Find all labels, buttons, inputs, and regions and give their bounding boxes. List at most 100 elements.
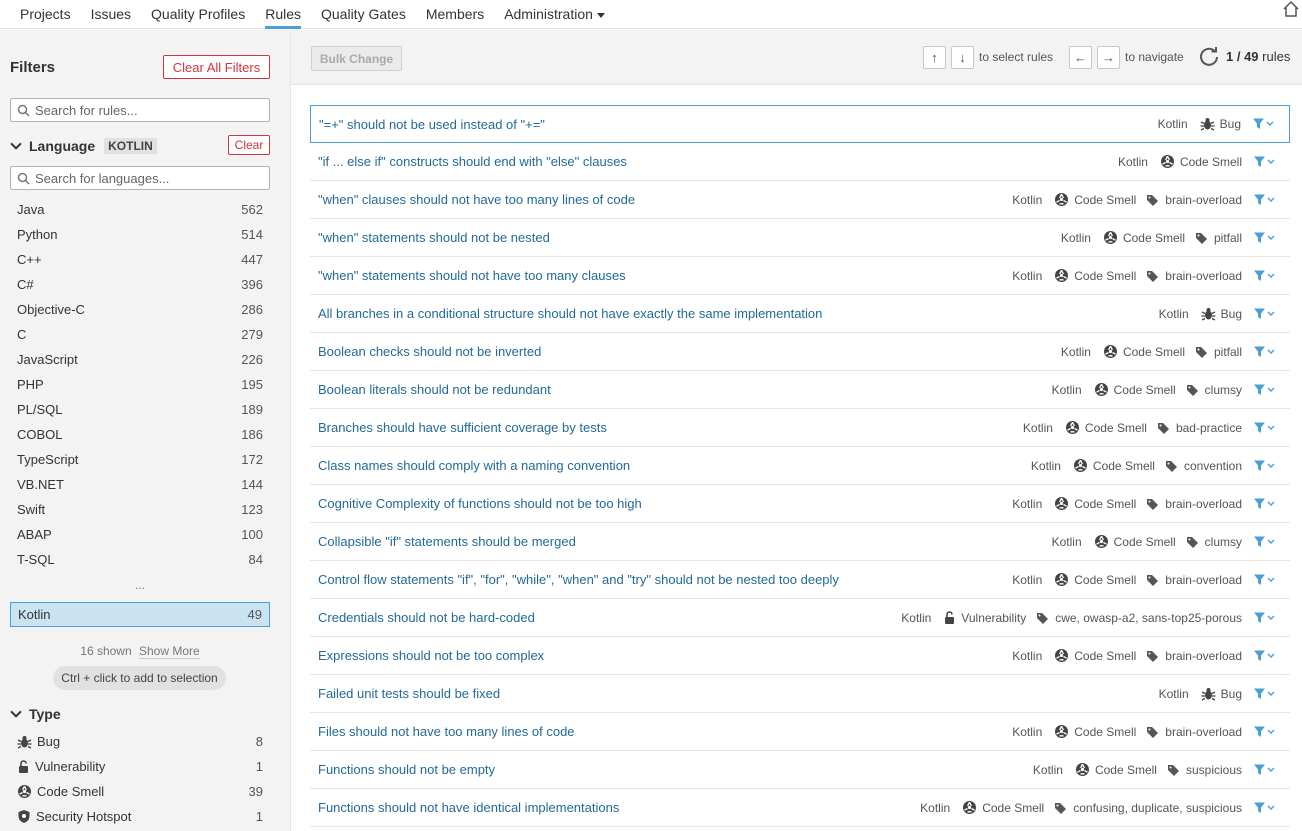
type-facet-header[interactable]: Type <box>10 706 61 722</box>
rule-row[interactable]: Cognitive Complexity of functions should… <box>310 485 1290 523</box>
arrow-down-key[interactable]: ↓ <box>951 46 974 69</box>
rule-title-link[interactable]: Boolean literals should not be redundant <box>318 382 551 397</box>
language-facet-header[interactable]: Language KOTLIN <box>10 138 157 154</box>
rule-filter-dropdown[interactable] <box>1253 118 1275 130</box>
rule-filter-dropdown[interactable] <box>1254 688 1276 700</box>
rule-tags[interactable]: brain-overload <box>1146 725 1242 739</box>
language-item-pl-sql[interactable]: PL/SQL 189 <box>10 397 270 422</box>
rule-title-link[interactable]: Control flow statements "if", "for", "wh… <box>318 572 839 587</box>
language-item-java[interactable]: Java 562 <box>10 197 270 222</box>
language-item-t-sql[interactable]: T-SQL 84 <box>10 547 270 572</box>
rule-row[interactable]: Credentials should not be hard-coded Kotl… <box>310 599 1290 637</box>
home-icon[interactable] <box>1282 0 1300 18</box>
type-item-bug[interactable]: Bug 8 <box>10 729 270 754</box>
rule-row[interactable]: Class names should comply with a naming … <box>310 447 1290 485</box>
rule-title-link[interactable]: Expressions should not be too complex <box>318 648 544 663</box>
language-item-c[interactable]: C 279 <box>10 322 270 347</box>
filter-icon[interactable] <box>1254 194 1276 206</box>
rule-title-link[interactable]: "when" statements should not have too ma… <box>318 268 626 283</box>
rule-row[interactable]: "when" clauses should not have too many … <box>310 181 1290 219</box>
arrow-right-key[interactable]: → <box>1097 46 1120 69</box>
rule-filter-dropdown[interactable] <box>1254 346 1276 358</box>
rule-title-link[interactable]: Failed unit tests should be fixed <box>318 686 500 701</box>
rule-title-link[interactable]: Functions should not be empty <box>318 762 495 777</box>
arrow-left-key[interactable]: ← <box>1069 46 1092 69</box>
rule-filter-dropdown[interactable] <box>1254 802 1276 814</box>
filter-icon[interactable] <box>1254 536 1276 548</box>
filter-icon[interactable] <box>1254 764 1276 776</box>
rule-tags[interactable]: clumsy <box>1186 383 1242 397</box>
language-item-typescript[interactable]: TypeScript 172 <box>10 447 270 472</box>
rule-filter-dropdown[interactable] <box>1254 536 1276 548</box>
type-item-security-hotspot[interactable]: Security Hotspot 1 <box>10 804 270 829</box>
rule-row[interactable]: "when" statements should not have too ma… <box>310 257 1290 295</box>
filter-icon[interactable] <box>1254 498 1276 510</box>
filter-icon[interactable] <box>1254 802 1276 814</box>
filter-icon[interactable] <box>1254 650 1276 662</box>
rule-title-link[interactable]: Files should not have too many lines of … <box>318 724 575 739</box>
rule-row[interactable]: Branches should have sufficient coverage… <box>310 409 1290 447</box>
rule-filter-dropdown[interactable] <box>1254 156 1276 168</box>
filter-icon[interactable] <box>1254 270 1276 282</box>
rule-row[interactable]: Boolean literals should not be redundant… <box>310 371 1290 409</box>
rule-title-link[interactable]: Class names should comply with a naming … <box>318 458 630 473</box>
rule-row[interactable]: Failed unit tests should be fixed Kotlin B… <box>310 675 1290 713</box>
rule-filter-dropdown[interactable] <box>1254 384 1276 396</box>
clear-language-button[interactable]: Clear <box>228 135 270 155</box>
reload-icon[interactable] <box>1198 46 1220 68</box>
rule-row[interactable]: Files should not have too many lines of … <box>310 713 1290 751</box>
rule-filter-dropdown[interactable] <box>1254 726 1276 738</box>
filter-icon[interactable] <box>1254 156 1276 168</box>
rule-row[interactable]: All branches in a conditional structure … <box>310 295 1290 333</box>
rule-filter-dropdown[interactable] <box>1254 498 1276 510</box>
rule-tags[interactable]: brain-overload <box>1146 649 1242 663</box>
rule-filter-dropdown[interactable] <box>1254 308 1276 320</box>
rule-tags[interactable]: confusing, duplicate, suspicious <box>1054 801 1242 815</box>
filter-icon[interactable] <box>1254 688 1276 700</box>
filter-icon[interactable] <box>1254 726 1276 738</box>
filter-icon[interactable] <box>1254 384 1276 396</box>
rule-tags[interactable]: cwe, owasp-a2, sans-top25-porous <box>1036 611 1242 625</box>
filter-icon[interactable] <box>1254 346 1276 358</box>
rule-tags[interactable]: brain-overload <box>1146 269 1242 283</box>
nav-item-issues[interactable]: Issues <box>81 0 141 29</box>
filter-icon[interactable] <box>1253 118 1275 130</box>
filter-icon[interactable] <box>1254 232 1276 244</box>
rule-filter-dropdown[interactable] <box>1254 422 1276 434</box>
filter-icon[interactable] <box>1254 460 1276 472</box>
rule-filter-dropdown[interactable] <box>1254 232 1276 244</box>
rule-tags[interactable]: convention <box>1165 459 1242 473</box>
language-item-swift[interactable]: Swift 123 <box>10 497 270 522</box>
filter-icon[interactable] <box>1254 574 1276 586</box>
bulk-change-button[interactable]: Bulk Change <box>311 46 402 71</box>
rule-tags[interactable]: brain-overload <box>1146 193 1242 207</box>
clear-all-filters-button[interactable]: Clear All Filters <box>163 55 270 79</box>
rule-title-link[interactable]: Cognitive Complexity of functions should… <box>318 496 642 511</box>
rule-filter-dropdown[interactable] <box>1254 460 1276 472</box>
nav-item-members[interactable]: Members <box>416 0 494 29</box>
language-item-javascript[interactable]: JavaScript 226 <box>10 347 270 372</box>
rule-row[interactable]: Boolean checks should not be inverted Kot… <box>310 333 1290 371</box>
rule-filter-dropdown[interactable] <box>1254 574 1276 586</box>
language-item-objective-c[interactable]: Objective-C 286 <box>10 297 270 322</box>
filter-icon[interactable] <box>1254 422 1276 434</box>
rule-title-link[interactable]: All branches in a conditional structure … <box>318 306 822 321</box>
rule-row[interactable]: Control flow statements "if", "for", "wh… <box>310 561 1290 599</box>
rule-row[interactable]: Functions should not be empty Kotlin Code … <box>310 751 1290 789</box>
rule-title-link[interactable]: Functions should not have identical impl… <box>318 800 619 815</box>
rule-row[interactable]: "=+" should not be used instead of "+=" K… <box>310 105 1290 143</box>
rule-title-link[interactable]: Boolean checks should not be inverted <box>318 344 541 359</box>
rule-filter-dropdown[interactable] <box>1254 764 1276 776</box>
type-item-code-smell[interactable]: Code Smell 39 <box>10 779 270 804</box>
language-item-c[interactable]: C# 396 <box>10 272 270 297</box>
filter-icon[interactable] <box>1254 308 1276 320</box>
rule-row[interactable]: Expressions should not be too complex Kot… <box>310 637 1290 675</box>
rule-tags[interactable]: bad-practice <box>1157 421 1242 435</box>
language-item-cobol[interactable]: COBOL 186 <box>10 422 270 447</box>
rule-title-link[interactable]: Credentials should not be hard-coded <box>318 610 535 625</box>
rule-row[interactable]: Functions should not have identical impl… <box>310 789 1290 827</box>
nav-item-rules[interactable]: Rules <box>255 0 311 29</box>
rule-tags[interactable]: suspicious <box>1167 763 1242 777</box>
language-item-abap[interactable]: ABAP 100 <box>10 522 270 547</box>
language-item-python[interactable]: Python 514 <box>10 222 270 247</box>
